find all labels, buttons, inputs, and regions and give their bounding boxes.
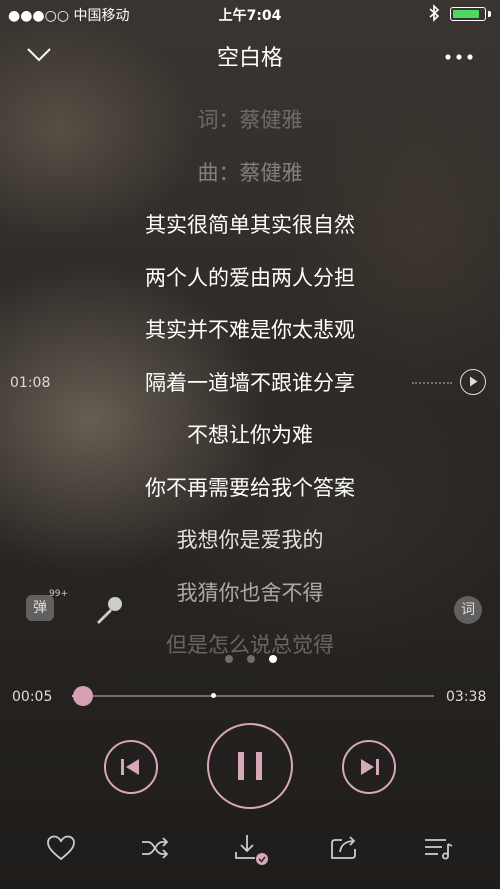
- elapsed-time: 00:05: [12, 689, 53, 705]
- previous-icon: [121, 759, 139, 775]
- song-title: 空白格: [216, 46, 283, 71]
- lyric-line: 我猜你也舍不得: [176, 580, 324, 605]
- page-dot[interactable]: [247, 655, 255, 663]
- lyric-line: 其实并不难是你太悲观: [145, 318, 355, 342]
- progress-thumb[interactable]: [72, 686, 93, 706]
- next-icon: [361, 759, 379, 775]
- bluetooth-icon: [428, 4, 440, 26]
- more-icon[interactable]: [444, 48, 474, 62]
- total-duration: 03:38: [446, 689, 487, 705]
- next-button[interactable]: [342, 740, 396, 794]
- download-icon[interactable]: [233, 832, 268, 865]
- status-bar: ●●●○○ 中国移动 上午7:04: [0, 0, 500, 28]
- play-from-line-icon[interactable]: [460, 369, 486, 395]
- lyrics-toggle-button[interactable]: 词: [454, 596, 482, 624]
- page-dot[interactable]: [225, 655, 233, 663]
- lyric-line: 其实很简单其实很自然: [145, 213, 355, 237]
- progress-track[interactable]: [72, 695, 434, 697]
- lyric-line: 两个人的爱由两人分担: [145, 265, 355, 290]
- share-icon[interactable]: [328, 832, 360, 864]
- page-dot[interactable]: [269, 655, 277, 663]
- microphone-icon[interactable]: [92, 594, 126, 628]
- lyric-line: 你不再需要给我个答案: [145, 475, 355, 500]
- heart-icon[interactable]: [45, 832, 77, 864]
- previous-button[interactable]: [104, 740, 158, 794]
- shuffle-icon[interactable]: [139, 832, 171, 864]
- playlist-icon[interactable]: [422, 832, 454, 864]
- lyric-line: 曲：蔡健雅: [197, 160, 303, 185]
- pause-button[interactable]: [207, 723, 293, 809]
- lyric-line: 我想你是爱我的: [176, 528, 324, 552]
- pause-icon: [238, 752, 262, 780]
- lyric-seek-line: [412, 382, 452, 384]
- lyrics-panel[interactable]: 词：蔡健雅曲：蔡健雅其实很简单其实很自然 两个人的爱由两人分担 其实并不难是你太悲观…: [0, 100, 500, 660]
- lyric-time-marker: 01:08: [10, 375, 51, 391]
- lyric-line: 不想让你为难: [187, 423, 313, 447]
- danmu-count-badge: 99+: [49, 589, 68, 599]
- status-time: 上午7:04: [218, 8, 282, 24]
- battery-tip: [488, 11, 491, 17]
- buffer-marker: [211, 693, 217, 698]
- lyric-line: 词：蔡健雅: [197, 108, 303, 132]
- battery-icon: [450, 7, 486, 21]
